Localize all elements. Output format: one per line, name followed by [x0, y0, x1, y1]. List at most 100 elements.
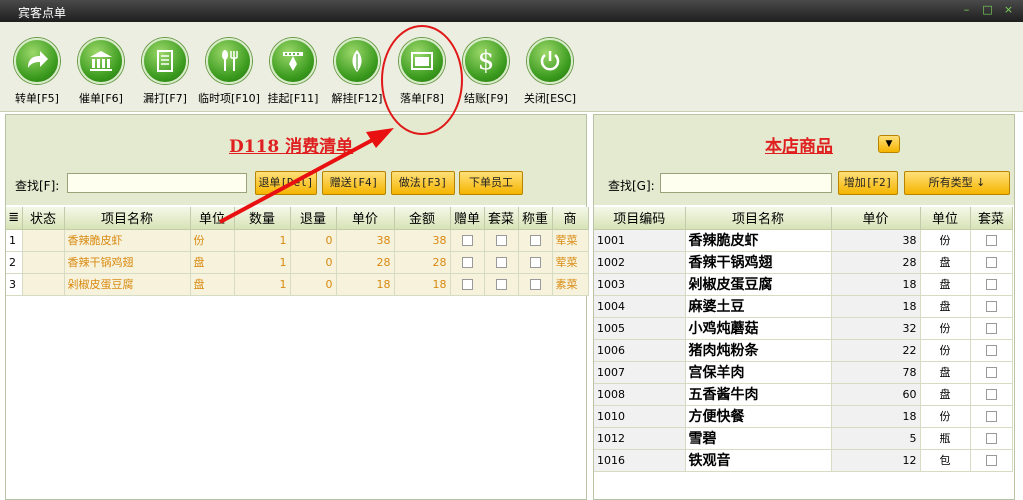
menu-row[interactable]: 1016 铁观音 12 包	[594, 449, 1013, 472]
item-code-cell: 1007	[594, 361, 686, 384]
order-row[interactable]: 3 剁椒皮蛋豆腐 盘 1 0 18 18 素菜	[6, 273, 589, 296]
item-name-cell: 香辣脆皮虾	[64, 229, 191, 252]
quantity-cell[interactable]: 1	[234, 251, 291, 274]
status-cell	[22, 273, 65, 296]
column-header[interactable]: 单位	[190, 207, 235, 230]
price-cell: 60	[831, 383, 921, 406]
set-meal-checkbox[interactable]	[970, 339, 1013, 362]
method-button[interactable]: 做法[F3]	[391, 171, 455, 195]
column-header[interactable]: 单价	[336, 207, 395, 230]
order-row[interactable]: 2 香辣干锅鸡翅 盘 1 0 28 28 荤菜	[6, 251, 589, 274]
gift-checkbox[interactable]	[450, 229, 485, 252]
menu-row[interactable]: 1002 香辣干锅鸡翅 28 盘	[594, 251, 1013, 274]
unit-cell: 盘	[920, 383, 971, 406]
column-header[interactable]: 套菜	[970, 207, 1013, 230]
quantity-cell[interactable]: 1	[234, 229, 291, 252]
menu-row[interactable]: 1012 雪碧 5 瓶	[594, 427, 1013, 450]
gift-checkbox[interactable]	[450, 251, 485, 274]
column-header[interactable]: 称重	[518, 207, 553, 230]
menu-row[interactable]: 1004 麻婆土豆 18 盘	[594, 295, 1013, 318]
set-meal-checkbox[interactable]	[970, 273, 1013, 296]
power-icon	[527, 38, 573, 84]
set-meal-checkbox[interactable]	[970, 449, 1013, 472]
set-meal-checkbox[interactable]	[970, 383, 1013, 406]
column-header[interactable]: 商	[552, 207, 589, 230]
menu-row[interactable]: 1005 小鸡炖蘑菇 32 份	[594, 317, 1013, 340]
column-header[interactable]: 赠单	[450, 207, 485, 230]
staff-button[interactable]: 下单员工	[459, 171, 523, 195]
column-header[interactable]: 数量	[234, 207, 291, 230]
quantity-cell[interactable]: 1	[234, 273, 291, 296]
item-name-cell: 宫保羊肉	[685, 361, 832, 384]
column-header[interactable]: 项目编码	[594, 207, 686, 230]
column-header[interactable]: 套菜	[484, 207, 519, 230]
maximize-icon[interactable]: □	[981, 3, 994, 17]
category-dropdown-button[interactable]: ▼	[878, 135, 900, 153]
close-button[interactable]: 关闭[ESC]	[517, 38, 583, 106]
set-meal-checkbox[interactable]	[970, 229, 1013, 252]
unhang-label: 解挂[F12]	[331, 92, 383, 105]
return-button[interactable]: 退单[Del]	[255, 171, 317, 195]
dollar-icon: $	[463, 38, 509, 84]
order-row[interactable]: 1 香辣脆皮虾 份 1 0 38 38 荤菜	[6, 229, 589, 252]
menu-row[interactable]: 1006 猪肉炖粉条 22 份	[594, 339, 1013, 362]
price-cell: 38	[336, 229, 395, 252]
set-meal-checkbox[interactable]	[970, 405, 1013, 428]
temp-item-button[interactable]: 临时项[F10]	[196, 38, 262, 106]
chevron-down-icon: ▼	[885, 139, 893, 149]
add-button[interactable]: 增加[F2]	[838, 171, 898, 195]
set-meal-checkbox[interactable]	[970, 251, 1013, 274]
transfer-button[interactable]: 转单[F5]	[4, 38, 70, 106]
order-search-input[interactable]	[67, 173, 247, 193]
menu-row[interactable]: 1003 剁椒皮蛋豆腐 18 盘	[594, 273, 1013, 296]
minimize-icon[interactable]: –	[960, 3, 973, 17]
weigh-checkbox[interactable]	[518, 251, 553, 274]
menu-row[interactable]: 1007 宫保羊肉 78 盘	[594, 361, 1013, 384]
category-cell: 素菜	[552, 273, 589, 296]
set-meal-checkbox[interactable]	[484, 251, 519, 274]
menu-row[interactable]: 1001 香辣脆皮虾 38 份	[594, 229, 1013, 252]
hang-button[interactable]: 挂起[F11]	[260, 38, 326, 106]
urge-button[interactable]: 催单[F6]	[68, 38, 134, 106]
set-meal-checkbox[interactable]	[970, 361, 1013, 384]
window-title: 宾客点单	[18, 6, 67, 20]
item-name-cell: 剁椒皮蛋豆腐	[685, 273, 832, 296]
status-cell	[22, 251, 65, 274]
unhang-button[interactable]: 解挂[F12]	[324, 38, 390, 106]
set-meal-checkbox[interactable]	[970, 427, 1013, 450]
order-panel: D118 消费清单 查找[F]: 退单[Del] 赠送[F4] 做法[F3] 下…	[5, 114, 589, 500]
column-header[interactable]: 项目名称	[685, 207, 832, 230]
return-qty-cell: 0	[290, 273, 337, 296]
set-meal-checkbox[interactable]	[484, 229, 519, 252]
column-header[interactable]: ≣	[6, 207, 23, 230]
menu-search-label: 查找[G]:	[608, 179, 655, 193]
column-header[interactable]: 项目名称	[64, 207, 191, 230]
reprint-button[interactable]: 漏打[F7]	[132, 38, 198, 106]
column-header[interactable]: 金额	[394, 207, 451, 230]
checkout-button[interactable]: $ 结账[F9]	[453, 38, 519, 106]
unit-cell: 包	[920, 449, 971, 472]
gift-button[interactable]: 赠送[F4]	[322, 171, 386, 195]
column-header[interactable]: 退量	[290, 207, 337, 230]
arrow-right-icon	[14, 38, 60, 84]
checkout-label: 结账[F9]	[464, 92, 508, 105]
category-filter-button[interactable]: 所有类型 ↓	[904, 171, 1010, 195]
set-meal-checkbox[interactable]	[970, 295, 1013, 318]
column-header[interactable]: 单位	[920, 207, 971, 230]
weigh-checkbox[interactable]	[518, 273, 553, 296]
set-meal-checkbox[interactable]	[484, 273, 519, 296]
category-cell: 荤菜	[552, 229, 589, 252]
column-header[interactable]: 状态	[22, 207, 65, 230]
menu-row[interactable]: 1008 五香酱牛肉 60 盘	[594, 383, 1013, 406]
menu-row[interactable]: 1010 方便快餐 18 份	[594, 405, 1013, 428]
bank-icon	[78, 38, 124, 84]
close-icon[interactable]: ×	[1002, 3, 1015, 17]
menu-search-input[interactable]	[660, 173, 832, 193]
column-header[interactable]: 单价	[831, 207, 921, 230]
item-code-cell: 1008	[594, 383, 686, 406]
set-meal-checkbox[interactable]	[970, 317, 1013, 340]
price-cell: 28	[831, 251, 921, 274]
weigh-checkbox[interactable]	[518, 229, 553, 252]
gift-checkbox[interactable]	[450, 273, 485, 296]
item-code-cell: 1010	[594, 405, 686, 428]
